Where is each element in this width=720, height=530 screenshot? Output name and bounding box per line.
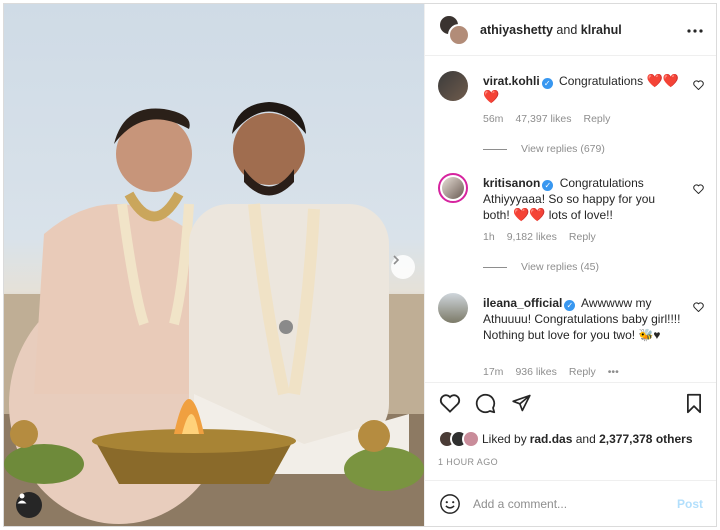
heart-emoji: ❤️❤️ — [513, 207, 546, 222]
comment-button[interactable] — [475, 393, 496, 419]
comment-text: ileana_official ✓ Awwwww my Athuuuu! Cong… — [483, 295, 683, 343]
comment-likes[interactable]: 9,182 likes — [507, 231, 557, 243]
post-photo — [4, 4, 424, 526]
comment-username[interactable]: virat.kohli — [483, 74, 540, 88]
view-replies-label: View replies (679) — [521, 143, 605, 155]
avatar — [448, 23, 470, 46]
author-avatars[interactable] — [438, 13, 470, 46]
author-link-secondary[interactable]: klrahul — [581, 23, 622, 37]
share-button[interactable] — [511, 393, 532, 418]
comment-more-button[interactable]: ••• — [608, 366, 619, 378]
comment-username[interactable]: kritisanon — [483, 176, 540, 190]
like-button[interactable] — [439, 393, 461, 418]
comment-text: virat.kohli ✓ Congratulations ❤️❤️❤️ — [483, 73, 683, 105]
comment-meta: 1h 9,182 likes Reply — [483, 231, 608, 243]
avatar[interactable] — [438, 173, 468, 203]
avatar[interactable] — [438, 293, 468, 323]
liker-avatars — [438, 430, 482, 448]
verified-icon: ✓ — [542, 180, 554, 191]
view-replies-button[interactable]: View replies (45) — [483, 261, 599, 273]
verified-icon: ✓ — [564, 300, 576, 311]
comment-time: 1h — [483, 231, 495, 243]
tag-user-icon — [17, 493, 27, 504]
post-header: athiyashetty and klrahul — [425, 4, 716, 56]
comment-time: 56m — [483, 113, 504, 125]
post-sidebar: athiyashetty and klrahul virat.kohli ✓ Co… — [424, 4, 716, 526]
comment-like-button[interactable] — [693, 299, 704, 317]
reply-button[interactable]: Reply — [583, 113, 610, 125]
avatar — [462, 430, 480, 448]
avatar[interactable] — [438, 71, 468, 101]
post-authors: athiyashetty and klrahul — [480, 23, 622, 37]
comment-like-button[interactable] — [693, 77, 704, 95]
comment-username[interactable]: ileana_official — [483, 296, 562, 310]
share-icon — [512, 394, 531, 412]
author-connector: and — [552, 22, 581, 37]
chevron-right-icon — [393, 255, 400, 265]
likes-summary: Liked by rad.das and 2,377,378 others — [438, 430, 693, 448]
comment-meta: 17m 936 likes Reply ••• — [483, 366, 631, 378]
save-button[interactable] — [685, 393, 703, 419]
comment-text: kritisanon ✓ Congratulations Athiyyyaaa! … — [483, 175, 683, 223]
emoji-button[interactable] — [439, 493, 461, 515]
instagram-post: athiyashetty and klrahul virat.kohli ✓ Co… — [3, 3, 717, 527]
heart-icon — [693, 302, 704, 313]
view-replies-label: View replies (45) — [521, 261, 600, 273]
verified-icon: ✓ — [541, 78, 553, 89]
reply-button[interactable]: Reply — [569, 366, 596, 378]
wedding-photo-illustration — [4, 102, 424, 526]
comment-likes[interactable]: 936 likes — [515, 366, 556, 378]
tagged-users-button[interactable] — [16, 492, 42, 518]
comment-item: virat.kohli ✓ Congratulations ❤️❤️❤️ 56m 4… — [438, 71, 704, 166]
comment-input[interactable] — [473, 496, 673, 511]
carousel-next-button[interactable] — [391, 255, 415, 279]
comment-composer: Post — [425, 480, 716, 526]
bookmark-icon — [687, 393, 701, 414]
likes-count[interactable]: 2,377,378 others — [599, 432, 692, 446]
author-link-primary[interactable]: athiyashetty — [480, 23, 553, 37]
liker-username[interactable]: rad.das — [530, 432, 573, 446]
comment-time: 17m — [483, 366, 504, 378]
post-action-bar — [425, 382, 716, 426]
bee-heart-emoji: 🐝♥ — [638, 328, 661, 342]
emoji-icon — [440, 493, 460, 514]
post-timestamp: 1 HOUR AGO — [438, 457, 499, 467]
likes-prefix: Liked by — [482, 432, 527, 446]
comment-likes[interactable]: 47,397 likes — [515, 113, 571, 125]
view-replies-button[interactable]: View replies (679) — [483, 143, 605, 155]
comment-like-button[interactable] — [693, 181, 704, 199]
heart-icon — [693, 80, 704, 91]
comment-message-end: lots of love!! — [548, 208, 613, 222]
reply-button[interactable]: Reply — [569, 231, 596, 243]
comment-meta: 56m 47,397 likes Reply — [483, 113, 622, 125]
comment-item: ileana_official ✓ Awwwww my Athuuuu! Cong… — [438, 293, 704, 379]
heart-icon — [693, 184, 704, 195]
heart-icon — [439, 394, 461, 413]
comment-item: kritisanon ✓ Congratulations Athiyyyaaa! … — [438, 173, 704, 283]
comments-list: virat.kohli ✓ Congratulations ❤️❤️❤️ 56m 4… — [425, 57, 716, 379]
likes-middle: and — [572, 432, 600, 446]
comment-icon — [475, 393, 496, 414]
more-options-button[interactable] — [687, 23, 703, 33]
comment-message: Congratulations — [559, 74, 644, 88]
post-comment-button[interactable]: Post — [677, 497, 703, 511]
more-icon — [687, 29, 703, 33]
